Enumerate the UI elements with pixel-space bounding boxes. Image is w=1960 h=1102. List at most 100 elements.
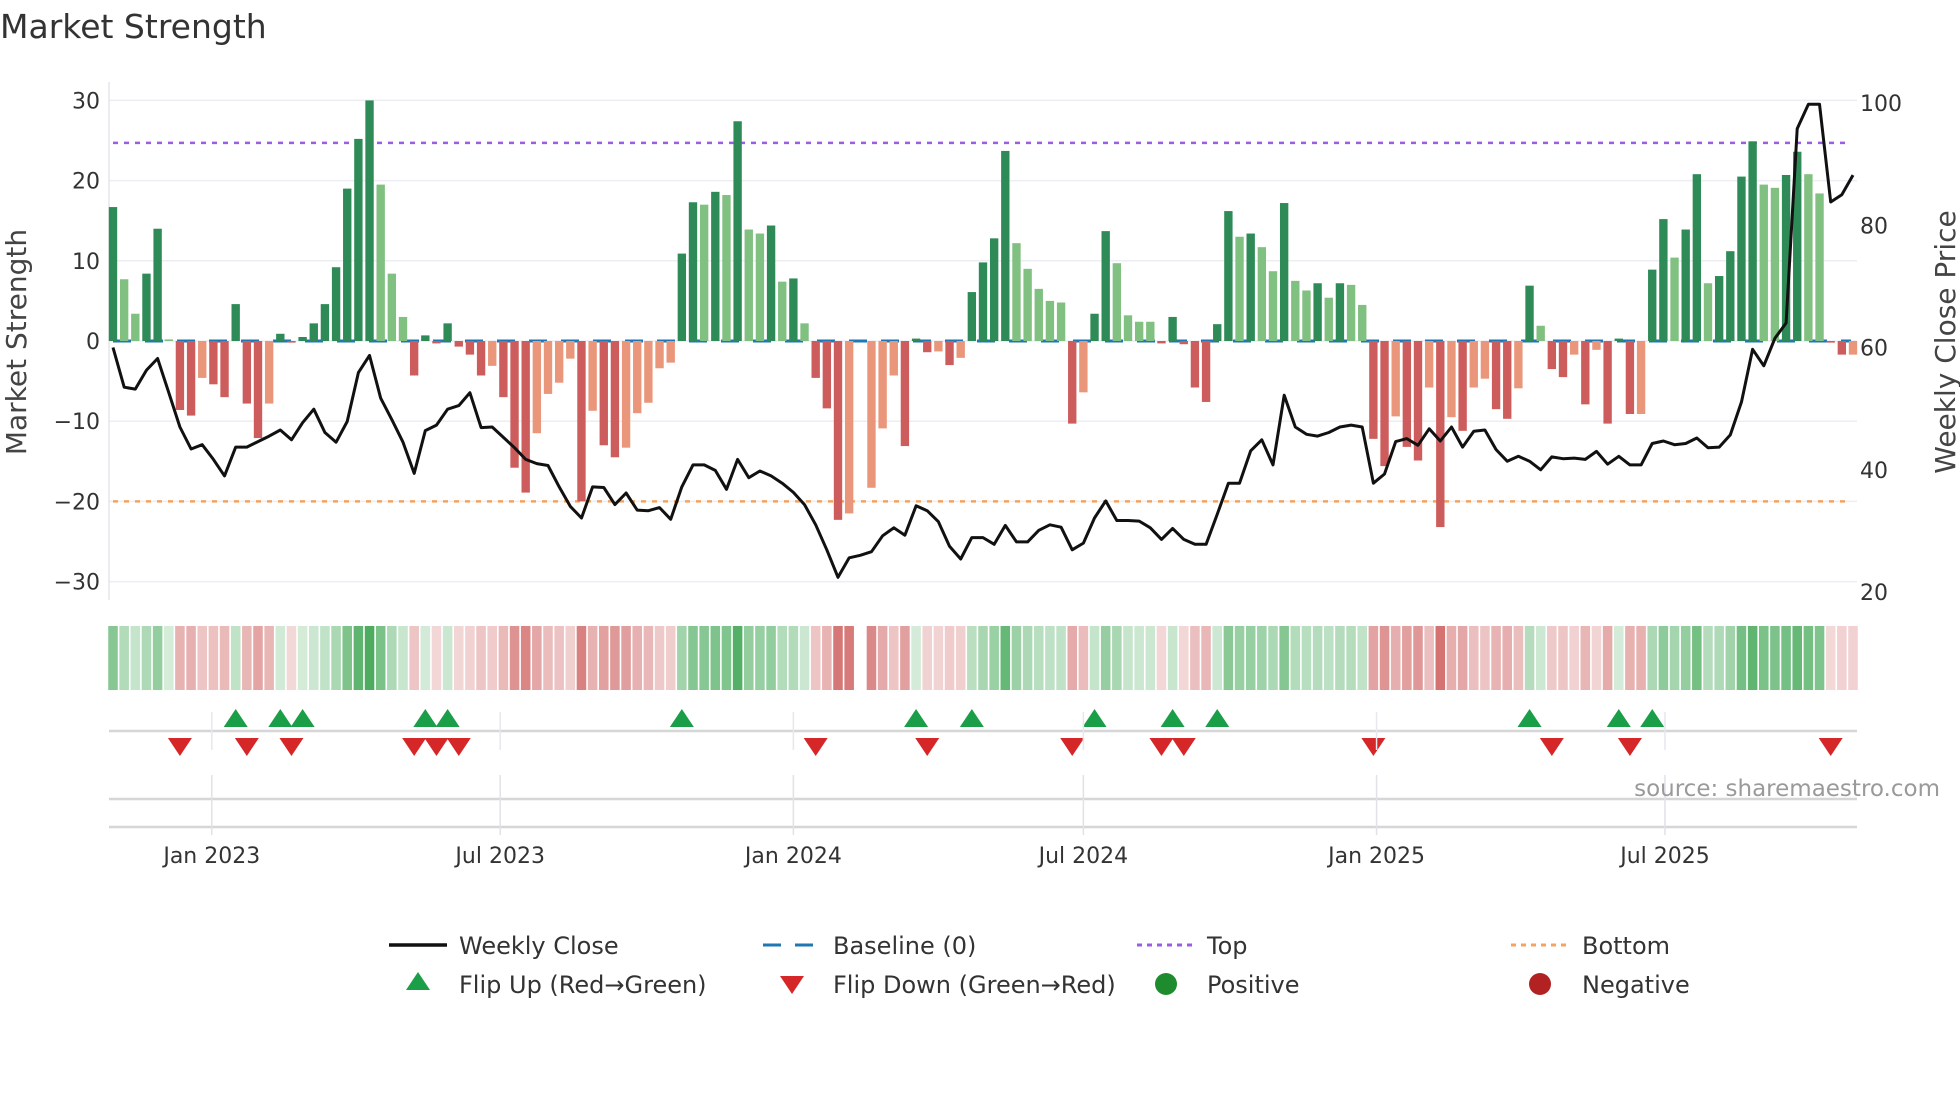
- strength-bar: [365, 100, 374, 342]
- strength-cell: [1335, 626, 1345, 690]
- legend-label: Flip Down (Green→Red): [833, 971, 1116, 999]
- flip-up-marker: [1205, 709, 1230, 727]
- strength-cell: [877, 626, 888, 690]
- strength-bar: [1815, 193, 1824, 341]
- strength-cell: [755, 626, 765, 690]
- strength-bar: [789, 278, 798, 341]
- strength-cell: [610, 626, 620, 690]
- strength-bar: [298, 336, 307, 341]
- strength-bar: [811, 341, 820, 378]
- strength-bar: [867, 341, 876, 488]
- strength-bar: [833, 341, 843, 520]
- strength-bar: [1112, 263, 1122, 341]
- strength-bar: [1692, 174, 1702, 341]
- strength-bar: [1190, 341, 1200, 388]
- strength-bar: [532, 341, 542, 434]
- heat-strip: [108, 626, 1858, 690]
- strength-cell: [130, 626, 141, 690]
- strength-cell: [1781, 626, 1791, 690]
- strength-bar: [1123, 315, 1133, 341]
- strength-cell: [264, 626, 274, 690]
- strength-cell: [1770, 626, 1780, 690]
- strength-bar: [1837, 341, 1847, 355]
- market-strength-chart: Market Strength Market Strength Weekly C…: [0, 7, 1960, 999]
- strength-cell: [498, 626, 509, 690]
- strength-bar: [1023, 268, 1032, 341]
- strength-cell: [1312, 626, 1323, 690]
- strength-cell: [1502, 626, 1513, 690]
- flip-up-marker: [1640, 709, 1665, 727]
- strength-bar: [1279, 203, 1289, 341]
- strength-cell: [900, 626, 910, 690]
- strength-bar: [1402, 341, 1412, 447]
- strength-bar: [1012, 243, 1021, 341]
- strength-bar: [320, 304, 330, 341]
- strength-bar: [186, 341, 196, 416]
- strength-cell: [944, 626, 955, 690]
- strength-cell: [1424, 626, 1434, 690]
- strength-cell: [152, 626, 163, 690]
- strength-bar: [376, 184, 385, 341]
- flip-down-marker: [234, 738, 259, 756]
- strength-cell: [1167, 626, 1178, 690]
- strength-bar: [1424, 341, 1434, 388]
- flip-down-marker: [279, 738, 304, 756]
- flip-up-marker: [669, 709, 694, 727]
- strength-cell: [1033, 626, 1044, 690]
- strength-bar: [889, 341, 898, 376]
- strength-bar: [633, 341, 642, 414]
- flip-down-marker: [915, 738, 940, 756]
- legend: Weekly Close Baseline (0) Top Bottom Flip Up…: [389, 932, 1690, 999]
- strength-bar: [800, 323, 809, 341]
- strength-cell: [119, 626, 129, 690]
- strength-cell: [1658, 626, 1669, 690]
- strength-bar: [621, 341, 631, 448]
- flip-down-marker: [1171, 738, 1196, 756]
- strength-bar: [398, 316, 408, 341]
- strength-cell: [1569, 626, 1579, 690]
- strength-cell: [598, 626, 609, 690]
- strength-cell: [1045, 626, 1055, 690]
- x-tick-label: Jan 2025: [1326, 844, 1425, 869]
- strength-bar: [766, 225, 776, 341]
- strength-cell: [677, 626, 687, 690]
- strength-bar: [476, 341, 486, 376]
- y2-tick-label: 20: [1860, 581, 1888, 606]
- flip-up-marker: [1082, 709, 1107, 727]
- strength-bar: [1436, 341, 1445, 528]
- strength-cell: [532, 626, 542, 690]
- y-ticks: 3020100−10−20−3010080604020: [54, 89, 1902, 606]
- flip-down-marker: [1060, 738, 1085, 756]
- strength-cell: [476, 626, 486, 690]
- strength-cell: [1357, 626, 1368, 690]
- strength-cell: [1758, 626, 1769, 690]
- strength-cell: [1390, 626, 1401, 690]
- legend-circle-green-icon: [1155, 973, 1177, 995]
- strength-bar: [1380, 341, 1389, 467]
- strength-bar: [1514, 341, 1523, 389]
- strength-bar: [253, 341, 263, 439]
- strength-cell: [520, 626, 531, 690]
- strength-bar: [1068, 341, 1077, 424]
- strength-bar: [499, 341, 508, 398]
- x-axis: Jan 2023 Jul 2023 Jan 2024 Jul 2024 Jan 2025…: [109, 712, 1857, 869]
- strength-cell: [587, 626, 598, 690]
- legend-label: Weekly Close: [459, 932, 619, 960]
- strength-bar: [1391, 341, 1400, 417]
- strength-cell: [1346, 626, 1356, 690]
- y-tick-label: −30: [54, 571, 100, 596]
- legend-label: Baseline (0): [833, 932, 976, 960]
- strength-cell: [163, 626, 174, 690]
- strength-bar: [1246, 233, 1255, 341]
- legend-label: Negative: [1582, 971, 1690, 999]
- strength-bar: [1491, 341, 1501, 410]
- strength-cell: [699, 626, 709, 690]
- flip-down-marker: [402, 738, 427, 756]
- strength-bar: [900, 341, 910, 447]
- strength-bar: [956, 341, 965, 358]
- strength-cell: [1134, 626, 1144, 690]
- strength-bar: [1681, 229, 1690, 341]
- strength-bar: [1369, 341, 1378, 439]
- strength-bar: [1090, 313, 1099, 341]
- y2-tick-label: 40: [1860, 459, 1888, 484]
